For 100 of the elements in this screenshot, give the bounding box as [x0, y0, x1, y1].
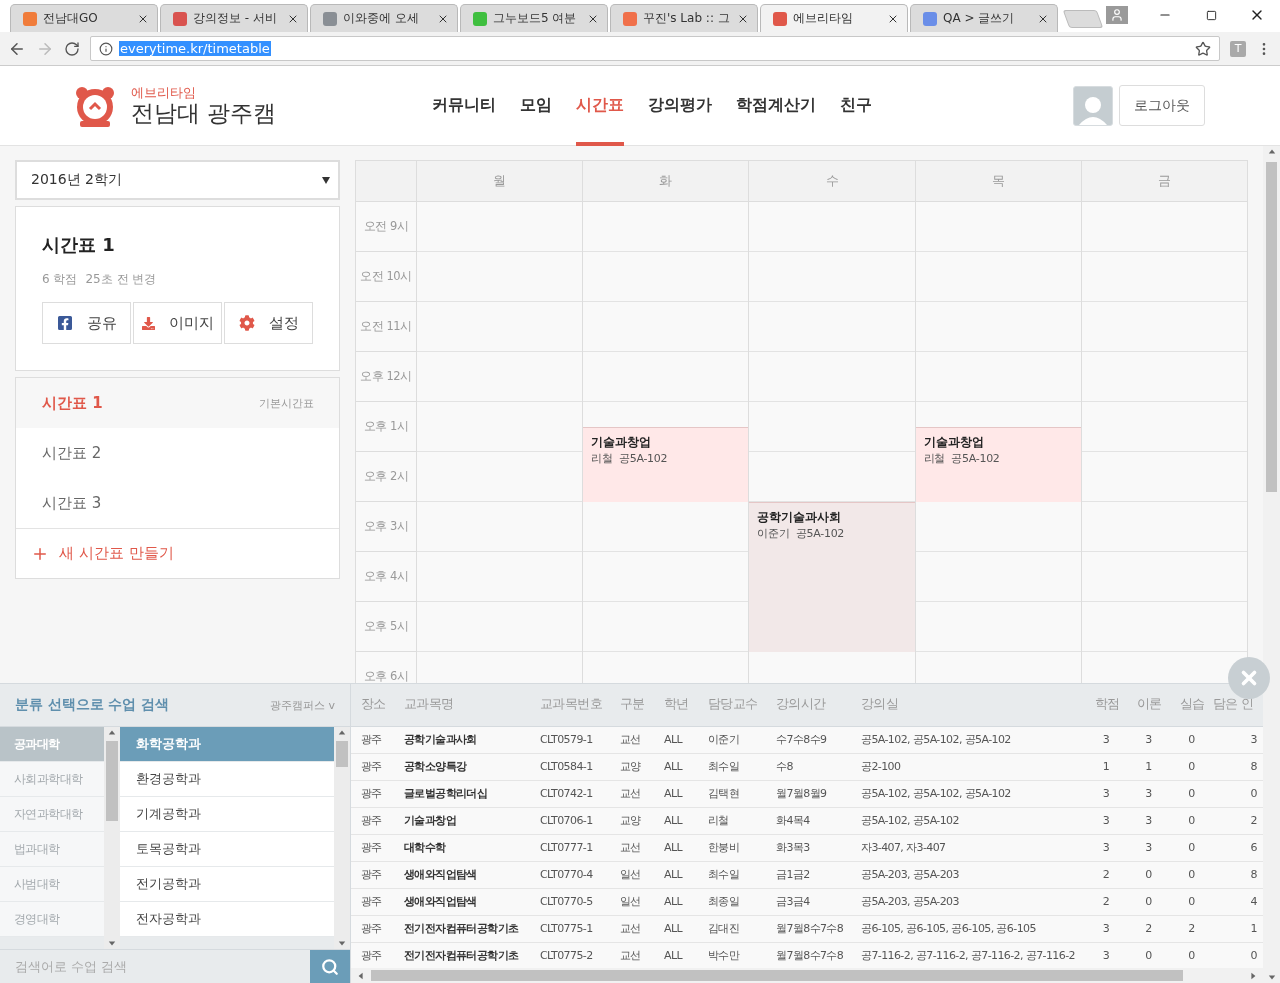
- star-icon[interactable]: [1195, 40, 1211, 57]
- profile-icon[interactable]: [1106, 6, 1128, 24]
- time-label: 오후 12시: [356, 352, 416, 402]
- alarm-clock-logo: [75, 84, 115, 127]
- horizontal-scrollbar[interactable]: [351, 968, 1263, 983]
- table-cell: 기술과창업: [394, 807, 530, 834]
- table-cell: 대학수학: [394, 834, 530, 861]
- table-cell: 자3-407, 자3-407: [851, 834, 1085, 861]
- settings-icon: [238, 315, 255, 331]
- scrollbar-thumb[interactable]: [336, 741, 348, 767]
- table-cell: 3: [1085, 915, 1127, 942]
- class-block[interactable]: 기술과창업 리철 공5A-102: [583, 427, 749, 502]
- department-item[interactable]: 전기공학과: [120, 867, 334, 902]
- download-button[interactable]: 이미지: [133, 302, 222, 344]
- table-cell: CLT0777-1: [530, 834, 610, 861]
- scrollbar-thumb[interactable]: [106, 741, 118, 821]
- scroll-up-icon[interactable]: [108, 729, 116, 737]
- browser-tab[interactable]: 전남대GO: [10, 4, 158, 32]
- nav-link[interactable]: 친구: [840, 65, 872, 146]
- scroll-up-icon[interactable]: [1267, 148, 1276, 156]
- timetable-list-item[interactable]: 시간표 1 기본시간표: [16, 378, 339, 428]
- scroll-down-icon[interactable]: [1267, 973, 1276, 981]
- scrollbar-thumb[interactable]: [1266, 162, 1277, 492]
- table-cell: 일선: [610, 888, 654, 915]
- info-icon: [99, 41, 113, 56]
- table-cell: 공학기술과사회: [394, 726, 530, 753]
- department-item[interactable]: 환경공학과: [120, 762, 334, 797]
- table-cell: 최수일: [698, 753, 766, 780]
- table-cell: 8: [1213, 753, 1263, 780]
- department-item[interactable]: 전자공학과: [120, 902, 334, 937]
- table-cell: CLT0775-1: [530, 915, 610, 942]
- nav-link[interactable]: 강의평가: [648, 65, 712, 146]
- table-cell: 전기전자컴퓨터공학기초: [394, 942, 530, 968]
- class-block[interactable]: 기술과창업 리철 공5A-102: [915, 427, 1081, 502]
- browser-tab[interactable]: 에브리타임: [760, 4, 908, 32]
- table-cell: ALL: [654, 780, 698, 807]
- table-cell: ALL: [654, 888, 698, 915]
- address-field[interactable]: everytime.kr/timetable: [90, 36, 1220, 61]
- table-cell: 일선: [610, 861, 654, 888]
- scrollbar[interactable]: [334, 727, 350, 949]
- table-cell: 공7-116-2, 공7-116-2, 공7-116-2, 공7-116-2: [851, 942, 1085, 968]
- scroll-left-icon[interactable]: [357, 971, 365, 980]
- table-cell: 8: [1213, 861, 1263, 888]
- table-cell: 교선: [610, 780, 654, 807]
- settings-button[interactable]: 설정: [224, 302, 313, 344]
- table-cell: 수7수8수9: [766, 726, 851, 753]
- table-cell: 2: [1085, 861, 1127, 888]
- browser-tab[interactable]: 이와중에 오세: [310, 4, 458, 32]
- time-label: 오후 1시: [356, 402, 416, 452]
- table-cell: 교양: [610, 753, 654, 780]
- scroll-down-icon[interactable]: [108, 939, 116, 947]
- browser-tab[interactable]: 강의정보 - 서비: [160, 4, 308, 32]
- vertical-scrollbar[interactable]: [1263, 146, 1280, 983]
- table-cell: ALL: [654, 726, 698, 753]
- search-button[interactable]: [310, 950, 350, 983]
- table-cell: 리철: [698, 807, 766, 834]
- table-cell: 월7월8월9: [766, 780, 851, 807]
- nav-link[interactable]: 학점계산기: [736, 65, 816, 146]
- table-cell: 0: [1170, 807, 1213, 834]
- department-item[interactable]: 토목공학과: [120, 832, 334, 867]
- table-cell: 박수만: [698, 942, 766, 968]
- scroll-up-icon[interactable]: [338, 729, 346, 737]
- share-button[interactable]: 공유: [42, 302, 131, 344]
- table-cell: 생애와직업탐색: [394, 888, 530, 915]
- scrollbar[interactable]: [104, 727, 120, 949]
- table-cell: 0: [1170, 861, 1213, 888]
- table-cell: CLT0579-1: [530, 726, 610, 753]
- table-cell: 0: [1170, 780, 1213, 807]
- table-cell: 금3금4: [766, 888, 851, 915]
- nav-link[interactable]: 모임: [520, 65, 552, 146]
- department-item[interactable]: 기계공학과: [120, 797, 334, 832]
- browser-tab[interactable]: 그누보드5 여분: [460, 4, 608, 32]
- scrollbar-thumb[interactable]: [371, 970, 1183, 981]
- logout-button[interactable]: 로그아웃: [1119, 85, 1205, 126]
- scroll-right-icon[interactable]: [1249, 971, 1257, 980]
- table-cell: 광주: [351, 888, 394, 915]
- table-cell: 광주: [351, 861, 394, 888]
- table-cell: 교선: [610, 834, 654, 861]
- time-label: 오전 10시: [356, 252, 416, 302]
- caret-icon: [322, 176, 330, 184]
- browser-tab[interactable]: QA > 글쓰기: [910, 4, 1058, 32]
- new-timetable-link[interactable]: 새 시간표 만들기: [59, 544, 174, 563]
- table-cell: 교양: [610, 807, 654, 834]
- table-cell: 광주: [351, 834, 394, 861]
- table-cell: 0: [1127, 888, 1170, 915]
- browser-tab[interactable]: 꾸진's Lab :: 그: [610, 4, 758, 32]
- nav-link[interactable]: 커뮤니티: [432, 65, 496, 146]
- scroll-down-icon[interactable]: [338, 939, 346, 947]
- reload-icon[interactable]: [64, 40, 80, 57]
- table-cell: 공6-105, 공6-105, 공6-105, 공6-105: [851, 915, 1085, 942]
- class-block[interactable]: 공학기술과사회 이준기 공5A-102: [749, 502, 915, 652]
- table-cell: 3: [1127, 780, 1170, 807]
- table-cell: 0: [1170, 942, 1213, 968]
- table-cell: 0: [1213, 780, 1263, 807]
- table-cell: ALL: [654, 861, 698, 888]
- semester-select[interactable]: 2016년 2학기: [15, 160, 340, 200]
- table-cell: 0: [1127, 942, 1170, 968]
- table-cell: 광주: [351, 942, 394, 968]
- table-cell: 1: [1085, 753, 1127, 780]
- table-cell: 화3목3: [766, 834, 851, 861]
